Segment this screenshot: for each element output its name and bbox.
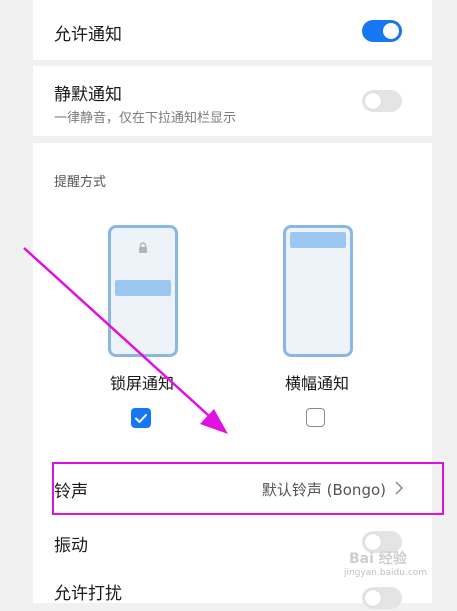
- dnd-toggle[interactable]: [362, 587, 402, 609]
- dnd-label: 允许打扰: [54, 584, 122, 604]
- allow-notifications-toggle[interactable]: [362, 20, 402, 42]
- watermark-brand: Bai 经验: [349, 551, 407, 567]
- banner-preview[interactable]: [283, 225, 353, 357]
- banner-bar-preview: [290, 232, 346, 248]
- vibration-label: 振动: [54, 536, 88, 556]
- silent-notifications-description: 一律静音，仅在下拉通知栏显示: [54, 111, 237, 126]
- reminder-section-label: 提醒方式: [54, 175, 107, 190]
- ringtone-highlight-box: [52, 462, 444, 515]
- lock-icon: [139, 242, 147, 253]
- notification-bar-preview: [115, 280, 171, 296]
- lockscreen-preview[interactable]: [108, 225, 178, 357]
- silent-notifications-label: 静默通知: [54, 85, 122, 105]
- silent-notifications-toggle[interactable]: [362, 90, 402, 112]
- banner-checkbox[interactable]: [306, 408, 325, 427]
- toggle-knob: [365, 590, 381, 606]
- allow-notifications-label: 允许通知: [54, 25, 122, 45]
- toggle-knob: [365, 93, 381, 109]
- lockscreen-option-label: 锁屏通知: [109, 374, 174, 393]
- reminder-settings-card: 提醒方式 锁屏通知 横幅通知 铃声 默认铃声 (Bongo) 振动 允许打扰: [33, 143, 432, 609]
- check-icon: [135, 414, 147, 423]
- silent-notifications-row[interactable]: 静默通知 一律静音，仅在下拉通知栏显示: [33, 66, 432, 136]
- toggle-knob: [383, 23, 399, 39]
- lockscreen-checkbox[interactable]: [131, 408, 151, 428]
- watermark-url: jingyan.baidu.com: [344, 568, 428, 578]
- banner-option-label: 横幅通知: [284, 374, 349, 393]
- allow-notifications-row[interactable]: 允许通知: [33, 0, 432, 60]
